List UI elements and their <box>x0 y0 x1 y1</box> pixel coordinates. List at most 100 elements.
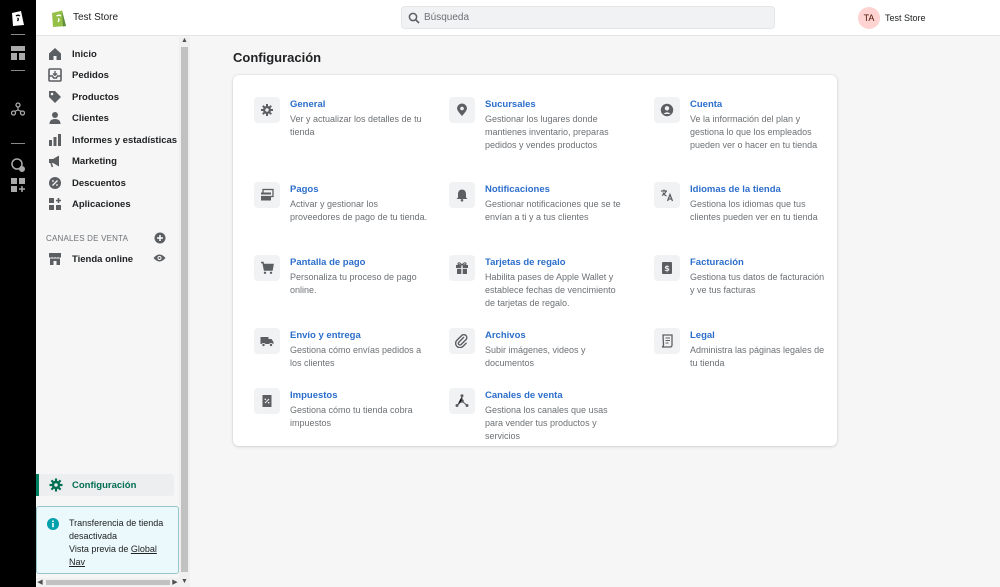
eye-icon[interactable] <box>153 253 166 263</box>
setting-title[interactable]: Pantalla de pago <box>290 257 366 268</box>
avatar[interactable]: TA <box>858 7 880 29</box>
sidebar-item-label: Configuración <box>72 480 137 491</box>
sidebar-item-informes[interactable]: Informes y estadísticas <box>36 130 177 150</box>
setting-description: Ver y actualizar los detalles de tu tien… <box>290 114 422 137</box>
setting-icon-box <box>449 97 475 123</box>
setting-title[interactable]: Cuenta <box>690 99 722 110</box>
customer-icon <box>49 112 61 124</box>
setting-title[interactable]: Legal <box>690 330 715 341</box>
setting-pantalla-de-pago[interactable]: Pantalla de pago Personaliza tu proceso … <box>254 255 444 315</box>
setting-canales-de-venta[interactable]: Canales de venta Gestiona los canales qu… <box>449 388 639 448</box>
gear-icon <box>261 104 273 116</box>
setting-envio-y-entrega[interactable]: Envío y entrega Gestiona cómo envías ped… <box>254 328 444 388</box>
setting-icon-box <box>449 255 475 281</box>
settings-card: General Ver y actualizar los detalles de… <box>233 75 837 446</box>
search-input[interactable] <box>424 10 764 25</box>
dashboard-icon[interactable] <box>9 44 27 62</box>
add-channel-icon[interactable] <box>154 232 166 244</box>
setting-description: Administra las páginas legales de tu tie… <box>690 345 825 368</box>
sidebar-item-clientes[interactable]: Clientes <box>36 108 176 128</box>
sidebar-item-label: Descuentos <box>72 178 126 189</box>
setting-title[interactable]: Impuestos <box>290 390 338 401</box>
setting-notificaciones[interactable]: Notificaciones Gestionar notificaciones … <box>449 182 639 242</box>
sidebar: Inicio Pedidos Productos Clientes Inform… <box>36 37 181 587</box>
search-bar[interactable] <box>401 6 775 29</box>
store-name[interactable]: Test Store <box>73 12 118 23</box>
truck-icon <box>260 337 274 347</box>
setting-description: Habilita pases de Apple Wallet y estable… <box>485 272 616 308</box>
setting-title[interactable]: Idiomas de la tienda <box>690 184 781 195</box>
setting-legal[interactable]: Legal Administra las páginas legales de … <box>654 328 844 388</box>
cart-icon <box>261 261 274 274</box>
setting-title[interactable]: Sucursales <box>485 99 536 110</box>
scroll-left-icon[interactable]: ◀ <box>36 578 44 587</box>
setting-icon-box <box>254 97 280 123</box>
apps-icon <box>49 198 61 210</box>
sidebar-item-inicio[interactable]: Inicio <box>36 44 176 64</box>
setting-idiomas[interactable]: Idiomas de la tienda Gestiona los idioma… <box>654 182 844 242</box>
scroll-down-icon[interactable]: ▼ <box>181 578 188 586</box>
setting-cuenta[interactable]: Cuenta Ve la información del plan y gest… <box>654 97 844 157</box>
setting-description: Gestionar notificaciones que se te envía… <box>485 199 621 222</box>
notice-preview-prefix: Vista previa de <box>69 544 131 554</box>
sidebar-item-aplicaciones[interactable]: Aplicaciones <box>36 194 176 214</box>
sidebar-horizontal-scrollbar[interactable]: ◀ ▶ <box>36 578 179 587</box>
setting-title[interactable]: General <box>290 99 325 110</box>
search-icon <box>408 12 420 24</box>
sidebar-item-label: Inicio <box>72 49 97 60</box>
sidebar-item-label: Tienda online <box>72 254 134 265</box>
sidebar-item-pedidos[interactable]: Pedidos <box>36 65 176 85</box>
setting-description: Gestiona los idiomas que tus clientes pu… <box>690 199 818 222</box>
attachment-icon <box>455 334 468 348</box>
setting-description: Activar y gestionar los proveedores de p… <box>290 199 428 222</box>
translate-icon <box>661 189 674 202</box>
notice-text: Transferencia de tienda desactivada <box>69 518 164 541</box>
setting-icon-box <box>449 182 475 208</box>
scrollbar-thumb[interactable] <box>181 47 188 572</box>
rail-divider <box>11 143 25 144</box>
apps-grid-icon[interactable] <box>9 176 27 194</box>
setting-description: Gestiona los canales que usas para vende… <box>485 405 608 441</box>
setting-title[interactable]: Pagos <box>290 184 319 195</box>
scrollbar-thumb[interactable] <box>46 580 170 585</box>
bell-icon <box>456 189 468 202</box>
setting-tarjetas-de-regalo[interactable]: Tarjetas de regalo Habilita pases de App… <box>449 255 639 315</box>
setting-description: Personaliza tu proceso de pago online. <box>290 272 417 295</box>
setting-impuestos[interactable]: Impuestos Gestiona cómo tu tienda cobra … <box>254 388 444 448</box>
setting-icon-box <box>449 388 475 414</box>
scroll-up-icon[interactable]: ▲ <box>181 37 188 45</box>
setting-icon-box <box>254 328 280 354</box>
sidebar-item-descuentos[interactable]: Descuentos <box>36 173 176 193</box>
setting-title[interactable]: Facturación <box>690 257 744 268</box>
setting-pagos[interactable]: Pagos Activar y gestionar los proveedore… <box>254 182 444 242</box>
network-icon[interactable] <box>9 100 27 118</box>
tag-icon <box>49 91 61 103</box>
setting-general[interactable]: General Ver y actualizar los detalles de… <box>254 97 444 157</box>
setting-archivos[interactable]: Archivos Subir imágenes, videos y docume… <box>449 328 639 388</box>
sidebar-vertical-scrollbar[interactable]: ▲ ▼ <box>179 37 190 587</box>
setting-icon-box <box>449 328 475 354</box>
setting-title[interactable]: Archivos <box>485 330 526 341</box>
sidebar-item-productos[interactable]: Productos <box>36 87 176 107</box>
shopify-logo-icon[interactable] <box>9 9 27 27</box>
user-menu-name[interactable]: Test Store <box>885 13 926 23</box>
rail-divider <box>11 34 25 35</box>
sidebar-item-configuracion[interactable]: Configuración <box>36 474 174 496</box>
setting-title[interactable]: Tarjetas de regalo <box>485 257 566 268</box>
store-logo-icon[interactable] <box>50 8 68 28</box>
setting-description: Subir imágenes, videos y documentos <box>485 345 586 368</box>
setting-title[interactable]: Envío y entrega <box>290 330 361 341</box>
page-title: Configuración <box>233 50 322 65</box>
setting-description: Gestiona tus datos de facturación y ve t… <box>690 272 825 295</box>
setting-title[interactable]: Canales de venta <box>485 390 563 401</box>
location-icon <box>457 103 467 116</box>
setting-facturacion[interactable]: $ Facturación Gestiona tus datos de fact… <box>654 255 844 315</box>
setting-sucursales[interactable]: Sucursales Gestionar los lugares donde m… <box>449 97 639 157</box>
sidebar-item-marketing[interactable]: Marketing <box>36 151 176 171</box>
sidebar-item-label: Aplicaciones <box>72 199 131 210</box>
global-nav-notice: Transferencia de tienda desactivada Vist… <box>36 506 179 574</box>
store-settings-icon[interactable] <box>9 156 27 174</box>
setting-title[interactable]: Notificaciones <box>485 184 550 195</box>
scroll-right-icon[interactable]: ▶ <box>171 578 179 587</box>
setting-icon-box <box>654 97 680 123</box>
